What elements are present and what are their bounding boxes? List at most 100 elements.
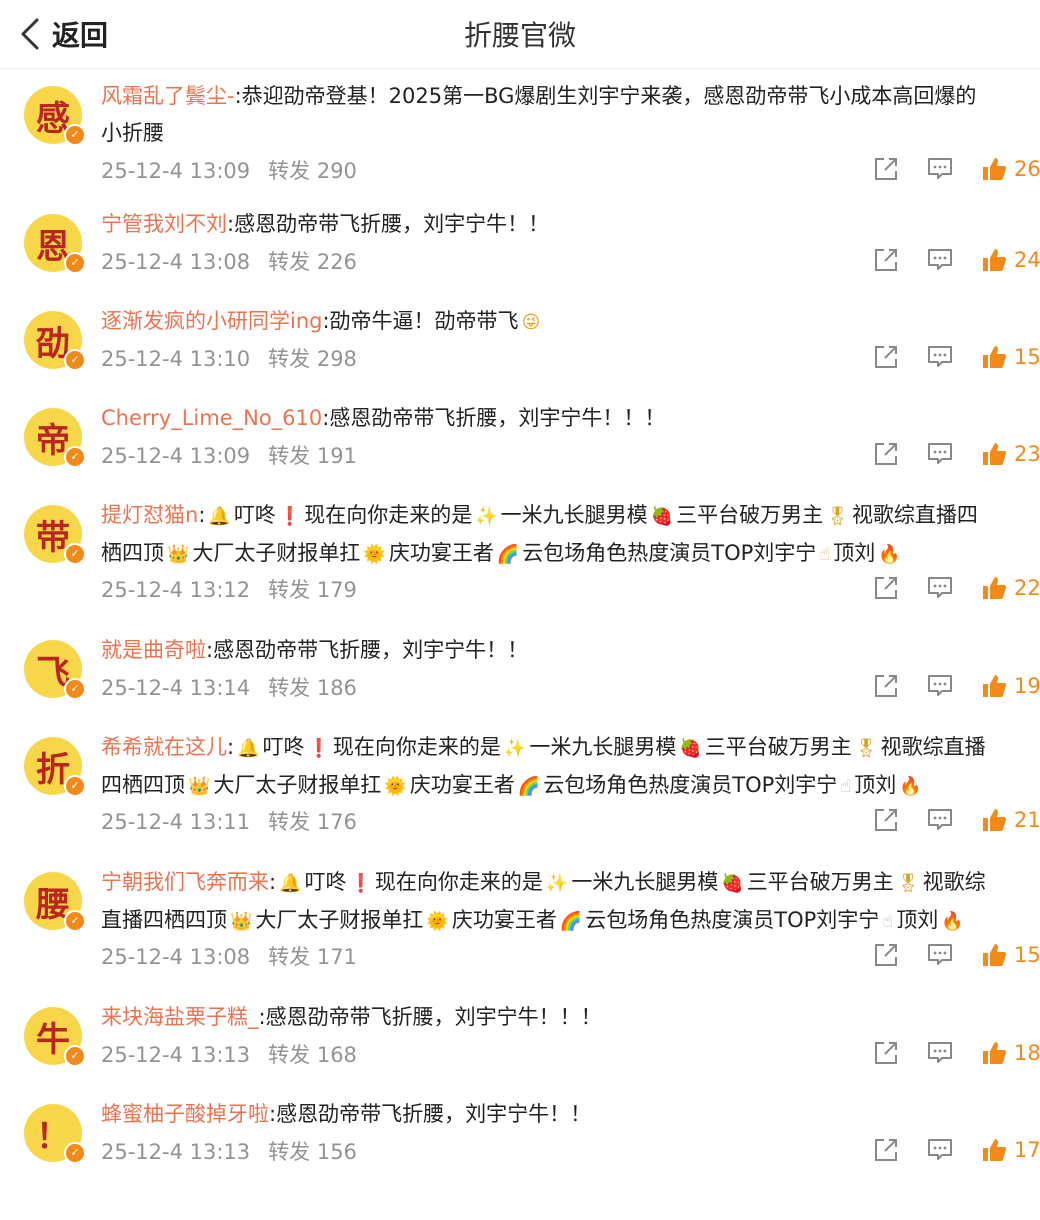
verified-badge-icon: ✓ xyxy=(64,349,86,371)
comment-actions: 22 xyxy=(870,573,1040,603)
verified-badge-icon: ✓ xyxy=(64,1142,86,1164)
username-link[interactable]: 希希就在这儿 xyxy=(101,735,227,759)
like-icon[interactable] xyxy=(980,574,1008,602)
timestamp: 25-12-4 13:13 xyxy=(101,1043,251,1067)
comment-text-line: Cherry_Lime_No_610:感恩劭帝带飞折腰，刘宇宁牛！！！ xyxy=(101,400,1034,437)
timestamp: 25-12-4 13:09 xyxy=(101,159,251,183)
like-icon-glyph xyxy=(983,1042,1007,1064)
repost-number: 168 xyxy=(310,1043,357,1067)
comment-text-segment: 现在向你走来的是 xyxy=(304,503,473,527)
like-icon[interactable] xyxy=(980,941,1008,969)
comment-actions: 19 xyxy=(870,671,1040,701)
comment-icon[interactable] xyxy=(926,155,954,183)
like-icon[interactable] xyxy=(980,806,1008,834)
strawberry-icon: 🍓 xyxy=(721,873,744,894)
username-link[interactable]: 提灯怼猫n xyxy=(101,503,198,527)
verified-badge-icon: ✓ xyxy=(64,910,86,932)
like-icon[interactable] xyxy=(980,672,1008,700)
avatar[interactable]: 感 ✓ xyxy=(24,86,86,146)
share-icon[interactable] xyxy=(872,941,900,969)
comment-text-segment: 视歌综直播四 xyxy=(851,503,978,527)
share-icon[interactable] xyxy=(872,1039,900,1067)
share-icon[interactable] xyxy=(872,574,900,602)
avatar[interactable]: 折 ✓ xyxy=(24,737,86,797)
comment-icon-glyph xyxy=(928,1042,952,1063)
avatar[interactable]: 恩 ✓ xyxy=(24,214,86,274)
username-link[interactable]: 宁朝我们飞奔而来 xyxy=(101,870,269,894)
repost-label: 转发 xyxy=(268,250,311,274)
comment-text-segment: 现在向你走来的是 xyxy=(332,735,501,759)
comment-icon[interactable] xyxy=(926,1039,954,1067)
repost-count: 转发 186 xyxy=(268,676,357,700)
repost-label: 转发 xyxy=(268,347,311,371)
bell-icon: 🔔 xyxy=(208,506,231,527)
username-link[interactable]: 蜂蜜柚子酸掉牙啦 xyxy=(101,1102,269,1126)
username-link[interactable]: Cherry_Lime_No_610 xyxy=(101,406,322,430)
share-icon[interactable] xyxy=(872,672,900,700)
share-icon[interactable] xyxy=(872,155,900,183)
comment-text-line: 就是曲奇啦:感恩劭帝带飞折腰，刘宇宁牛！！ xyxy=(101,632,1034,669)
crown-icon: 👑 xyxy=(167,544,190,565)
avatar[interactable]: 飞 ✓ xyxy=(24,640,86,700)
comment-body: 宁朝我们飞奔而来: 🔔 叮咚 ❗ 现在向你走来的是 ✨ 一米九长腿男模 🍓 三平台破万男主 🎖 视歌… xyxy=(101,864,1034,940)
like-icon[interactable] xyxy=(980,1136,1008,1164)
like-icon[interactable] xyxy=(980,343,1008,371)
page-title: 折腰官微 xyxy=(463,19,576,52)
share-icon[interactable] xyxy=(872,343,900,371)
username-link[interactable]: 逐渐发疯的小研同学ing xyxy=(101,309,322,333)
repost-count: 转发 156 xyxy=(268,1140,357,1164)
comment-icon[interactable] xyxy=(926,574,954,602)
avatar[interactable]: ！ ✓ xyxy=(24,1104,86,1164)
username-link[interactable]: 风霜乱了鬓尘- xyxy=(101,84,235,108)
comment-icon[interactable] xyxy=(926,343,954,371)
like-count: 23 xyxy=(1014,442,1040,466)
comment-body: Cherry_Lime_No_610:感恩劭帝带飞折腰，刘宇宁牛！！！ xyxy=(101,400,1034,437)
comment-text-segment: :感恩劭帝带飞折腰，刘宇宁牛！！！ xyxy=(322,406,666,430)
comment-actions: 26 xyxy=(870,154,1040,184)
share-icon-glyph xyxy=(875,944,897,966)
repost-number: 186 xyxy=(310,676,357,700)
repost-label: 转发 xyxy=(268,676,311,700)
comment-text-segment: 叮咚 xyxy=(262,735,305,759)
repost-number: 298 xyxy=(310,347,357,371)
strawberry-icon: 🍓 xyxy=(650,506,674,527)
comment-icon[interactable] xyxy=(926,440,954,468)
avatar[interactable]: 牛 ✓ xyxy=(24,1007,86,1067)
comment-icon[interactable] xyxy=(926,806,954,834)
comment-text-segment: :感恩劭帝带飞折腰，刘宇宁牛！！ xyxy=(269,1102,592,1126)
comment-icon[interactable] xyxy=(926,246,954,274)
like-count: 21 xyxy=(1014,808,1040,832)
like-icon[interactable] xyxy=(980,1039,1008,1067)
comment-actions: 15 xyxy=(870,342,1040,372)
sun-icon: 🌞 xyxy=(384,776,407,797)
username-link[interactable]: 就是曲奇啦 xyxy=(101,638,206,662)
comment-icon[interactable] xyxy=(926,672,954,700)
avatar[interactable]: 带 ✓ xyxy=(24,505,86,565)
avatar[interactable]: 劭 ✓ xyxy=(24,311,86,371)
share-icon-glyph xyxy=(875,675,897,697)
username-link[interactable]: 来块海盐栗子糕_ xyxy=(101,1005,259,1029)
repost-count: 转发 179 xyxy=(268,578,357,602)
avatar[interactable]: 腰 ✓ xyxy=(24,872,86,932)
comment-body: 就是曲奇啦:感恩劭帝带飞折腰，刘宇宁牛！！ xyxy=(101,632,1034,669)
share-icon[interactable] xyxy=(872,806,900,834)
like-icon[interactable] xyxy=(980,440,1008,468)
verified-badge-icon: ✓ xyxy=(64,446,86,468)
fire-icon: 🔥 xyxy=(878,544,901,565)
username-link[interactable]: 宁管我刘不刘 xyxy=(101,212,227,236)
comment-icon[interactable] xyxy=(926,941,954,969)
repost-number: 179 xyxy=(310,578,357,602)
share-icon[interactable] xyxy=(872,246,900,274)
comment-icon[interactable] xyxy=(926,1136,954,1164)
comment-text-segment: 三平台破万男主 xyxy=(676,503,824,527)
avatar[interactable]: 帝 ✓ xyxy=(24,408,86,468)
like-icon[interactable] xyxy=(980,246,1008,274)
repost-count: 转发 290 xyxy=(268,159,357,183)
share-icon[interactable] xyxy=(872,1136,900,1164)
share-icon[interactable] xyxy=(872,440,900,468)
fire-icon: 🔥 xyxy=(899,776,922,797)
like-icon[interactable] xyxy=(980,155,1008,183)
timestamp: 25-12-4 13:13 xyxy=(101,1140,251,1164)
like-count: 17 xyxy=(1014,1138,1040,1162)
comment-icon-glyph xyxy=(928,809,952,830)
